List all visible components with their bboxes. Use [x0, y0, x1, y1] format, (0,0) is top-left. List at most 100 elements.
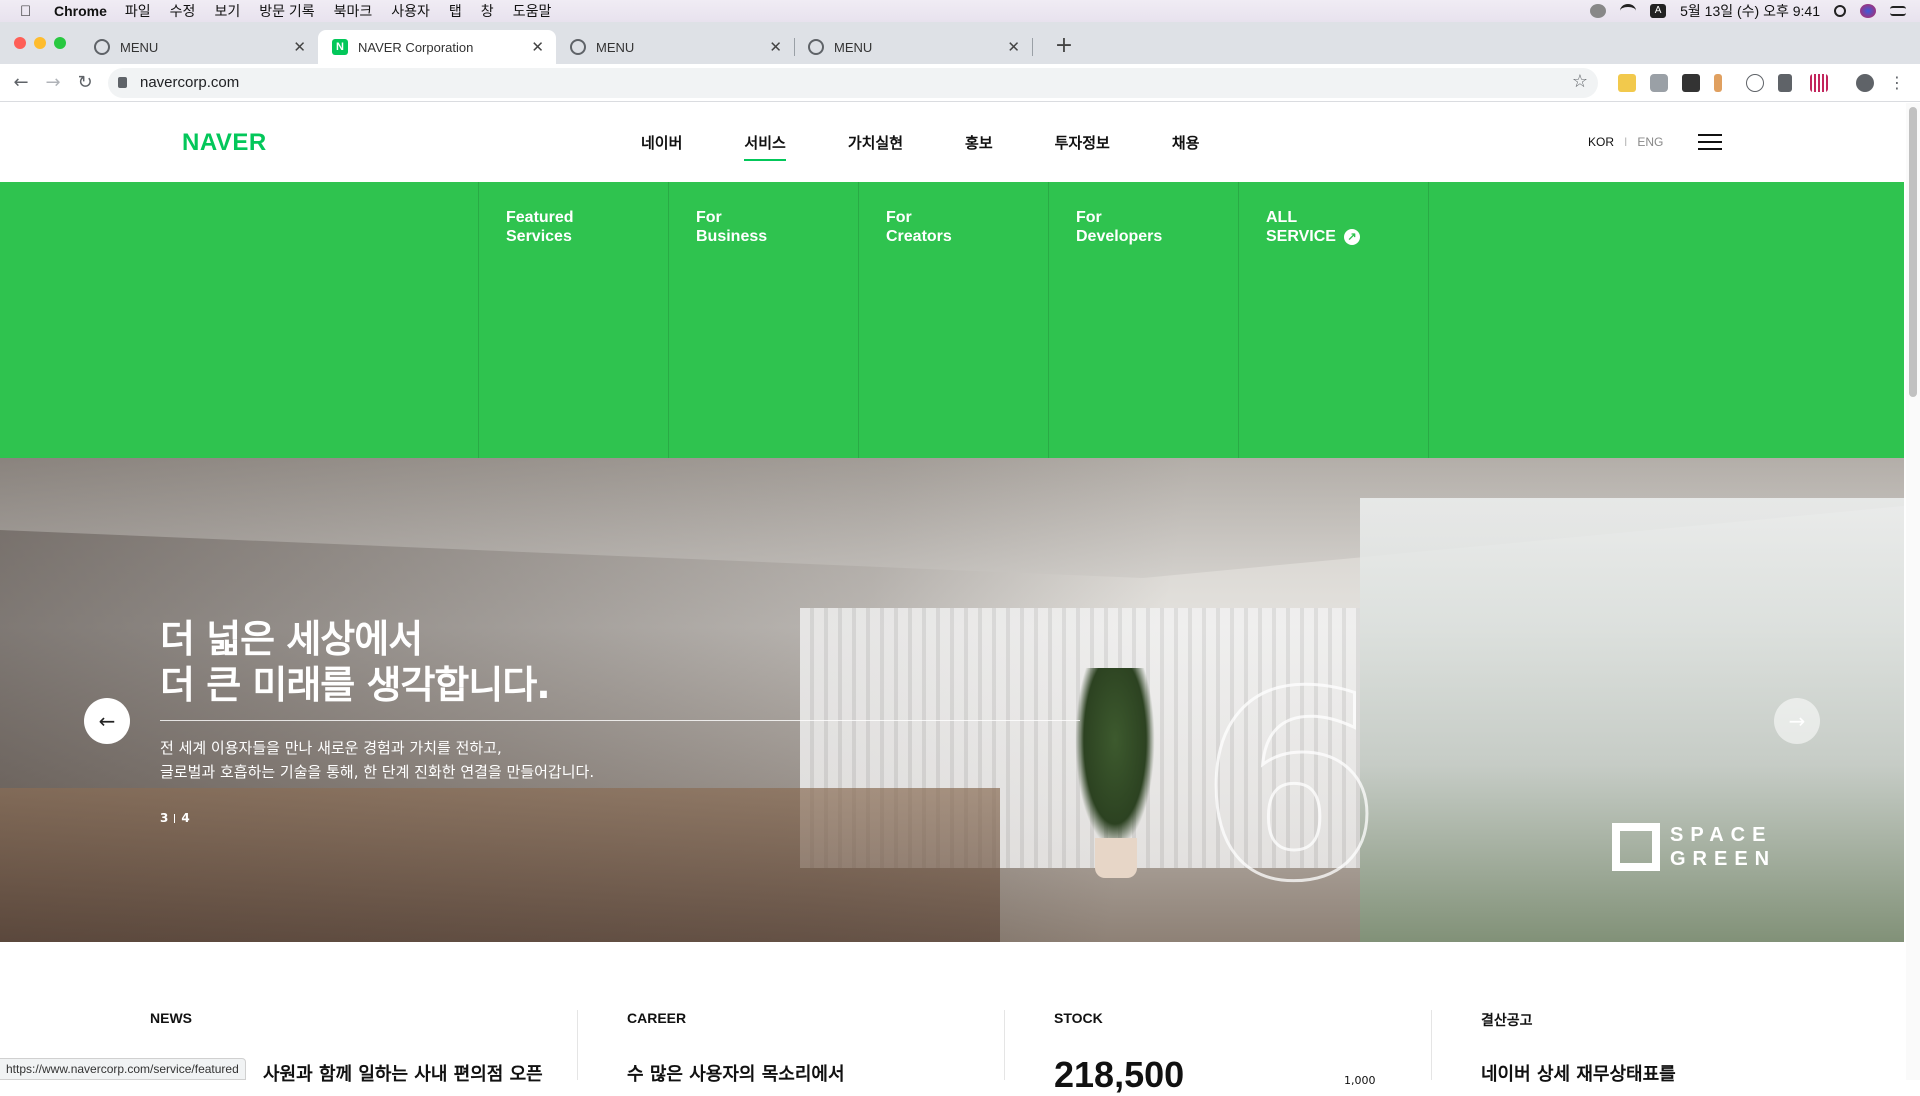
- back-icon[interactable]: ←: [10, 72, 32, 94]
- tab-title: MENU: [834, 39, 873, 55]
- close-window-icon[interactable]: [14, 37, 26, 49]
- globe-icon: [94, 39, 110, 55]
- nav-careers[interactable]: 채용: [1141, 103, 1231, 182]
- info-divider: [1431, 1010, 1432, 1080]
- tab-divider: [1032, 38, 1033, 56]
- menu-help[interactable]: 도움말: [513, 1, 552, 21]
- globe-icon: [808, 39, 824, 55]
- menu-bookmarks[interactable]: 북마크: [334, 1, 373, 21]
- settlement-panel[interactable]: 결산공고 네이버 상세 재무상태표를: [1481, 942, 1908, 1085]
- nav-service[interactable]: 서비스: [713, 103, 816, 182]
- reload-icon[interactable]: ↻: [74, 72, 96, 94]
- extension-barcode-icon[interactable]: [1810, 74, 1828, 92]
- new-tab-button[interactable]: +: [1048, 30, 1080, 62]
- hamburger-menu-icon[interactable]: [1698, 134, 1722, 150]
- browser-tab[interactable]: MENU ✕: [556, 30, 795, 64]
- lang-eng[interactable]: ENG: [1637, 135, 1663, 149]
- career-headline[interactable]: 수 많은 사용자의 목소리에서: [627, 1060, 845, 1086]
- more-menu-icon[interactable]: ⋮: [1888, 74, 1906, 92]
- career-panel[interactable]: CAREER 수 많은 사용자의 목소리에서: [627, 942, 1054, 1085]
- globe-icon: [570, 39, 586, 55]
- mega-col-business[interactable]: For Business: [668, 182, 858, 458]
- browser-tab[interactable]: MENU ✕: [794, 30, 1033, 64]
- mega-col-developers[interactable]: For Developers: [1048, 182, 1238, 458]
- scrollbar-thumb[interactable]: [1909, 107, 1917, 397]
- minimize-window-icon[interactable]: [34, 37, 46, 49]
- input-source-icon[interactable]: A: [1650, 4, 1667, 18]
- language-switcher: KOR I ENG: [1588, 135, 1663, 149]
- menu-view[interactable]: 보기: [214, 1, 240, 21]
- menu-people[interactable]: 사용자: [391, 1, 430, 21]
- extension-icon[interactable]: [1618, 74, 1636, 92]
- close-tab-icon[interactable]: ✕: [769, 38, 782, 56]
- bookmark-star-icon[interactable]: ☆: [1572, 71, 1588, 92]
- tab-title: MENU: [120, 39, 159, 55]
- hero-page-divider: [174, 814, 176, 823]
- stock-change: 1,000: [1344, 1074, 1376, 1087]
- menu-tab[interactable]: 탭: [449, 1, 462, 21]
- spotlight-icon[interactable]: [1834, 5, 1846, 17]
- career-heading[interactable]: CAREER: [627, 1010, 686, 1026]
- menu-window[interactable]: 창: [481, 1, 494, 21]
- mega-col-divider: [1428, 182, 1429, 458]
- browser-tab-active[interactable]: N NAVER Corporation ✕: [318, 30, 556, 64]
- wifi-icon[interactable]: [1620, 4, 1637, 18]
- mega-col-featured[interactable]: Featured Services: [478, 182, 668, 458]
- mega-link-for-creators[interactable]: For Creators: [886, 208, 952, 246]
- profile-icon[interactable]: [1856, 74, 1874, 92]
- hero-next-button[interactable]: →: [1774, 698, 1820, 744]
- extension-m-icon[interactable]: [1682, 74, 1700, 92]
- nav-value[interactable]: 가치실현: [817, 103, 934, 182]
- mega-col-all-service[interactable]: ALL SERVICE ↗: [1238, 182, 1428, 458]
- menu-file[interactable]: 파일: [125, 1, 151, 21]
- settlement-heading[interactable]: 결산공고: [1481, 1010, 1533, 1030]
- siri-icon[interactable]: [1860, 4, 1876, 18]
- stock-panel[interactable]: STOCK 218,500 1,000: [1054, 942, 1481, 1095]
- mega-link-featured-services[interactable]: Featured Services: [506, 208, 574, 246]
- site-header: NAVER 네이버 서비스 가치실현 홍보 투자정보 채용 KOR I ENG: [0, 103, 1904, 182]
- close-tab-icon[interactable]: ✕: [531, 38, 544, 56]
- close-tab-icon[interactable]: ✕: [1007, 38, 1020, 56]
- nav-ir[interactable]: 투자정보: [1024, 103, 1141, 182]
- apple-icon[interactable]: : [20, 3, 40, 20]
- close-tab-icon[interactable]: ✕: [293, 38, 306, 56]
- app-menu-chrome[interactable]: Chrome: [54, 3, 107, 19]
- address-bar[interactable]: navercorp.com ☆: [108, 68, 1598, 98]
- nav-pr[interactable]: 홍보: [934, 103, 1024, 182]
- zoom-window-icon[interactable]: [54, 37, 66, 49]
- menu-history[interactable]: 방문 기록: [259, 1, 314, 21]
- mega-link-all-service[interactable]: ALL SERVICE ↗: [1266, 208, 1360, 246]
- lang-kor[interactable]: KOR: [1588, 135, 1614, 149]
- creative-cloud-icon[interactable]: [1590, 4, 1607, 18]
- settlement-headline[interactable]: 네이버 상세 재무상태표를: [1481, 1060, 1676, 1086]
- hero-title-line2: 더 큰 미래를 생각합니다.: [160, 663, 551, 707]
- news-heading[interactable]: NEWS: [150, 1010, 192, 1026]
- extension-icon[interactable]: [1714, 74, 1722, 92]
- clock[interactable]: 5월 13일 (수) 오후 9:41: [1680, 1, 1820, 21]
- page-scrollbar[interactable]: [1906, 103, 1920, 1080]
- url-text[interactable]: navercorp.com: [140, 74, 239, 91]
- hero-page-total: 4: [181, 811, 190, 825]
- mega-link-for-developers[interactable]: For Developers: [1076, 208, 1162, 246]
- hero-desc-line2: 글로벌과 호흡하는 기술을 통해, 한 단계 진화한 연결을 만들어갑니다.: [160, 763, 595, 781]
- extension-crosshair-icon[interactable]: [1746, 74, 1764, 92]
- menu-edit[interactable]: 수정: [170, 1, 196, 21]
- extension-eyedropper-icon[interactable]: [1778, 74, 1792, 92]
- naver-logo[interactable]: NAVER: [182, 129, 267, 157]
- stock-heading[interactable]: STOCK: [1054, 1010, 1103, 1026]
- info-divider: [1004, 1010, 1005, 1080]
- mega-link-for-business[interactable]: For Business: [696, 208, 767, 246]
- nav-naver[interactable]: 네이버: [610, 103, 713, 182]
- forward-icon[interactable]: →: [42, 72, 64, 94]
- os-menubar:  Chrome 파일 수정 보기 방문 기록 북마크 사용자 탭 창 도움말 …: [0, 0, 1920, 22]
- notification-center-icon[interactable]: [1890, 6, 1906, 16]
- camera-extension-icon[interactable]: [1650, 74, 1668, 92]
- hero-title: 더 넓은 세상에서 더 큰 미래를 생각합니다.: [160, 616, 551, 708]
- news-headline[interactable]: 사원과 함께 일하는 사내 편의점 오픈: [263, 1060, 543, 1086]
- arrow-left-icon: ←: [98, 709, 116, 733]
- mega-col-creators[interactable]: For Creators: [858, 182, 1048, 458]
- hero-prev-button[interactable]: ←: [84, 698, 130, 744]
- browser-tab[interactable]: MENU ✕: [80, 30, 319, 64]
- lock-icon[interactable]: [118, 77, 127, 88]
- naver-favicon: N: [332, 39, 348, 55]
